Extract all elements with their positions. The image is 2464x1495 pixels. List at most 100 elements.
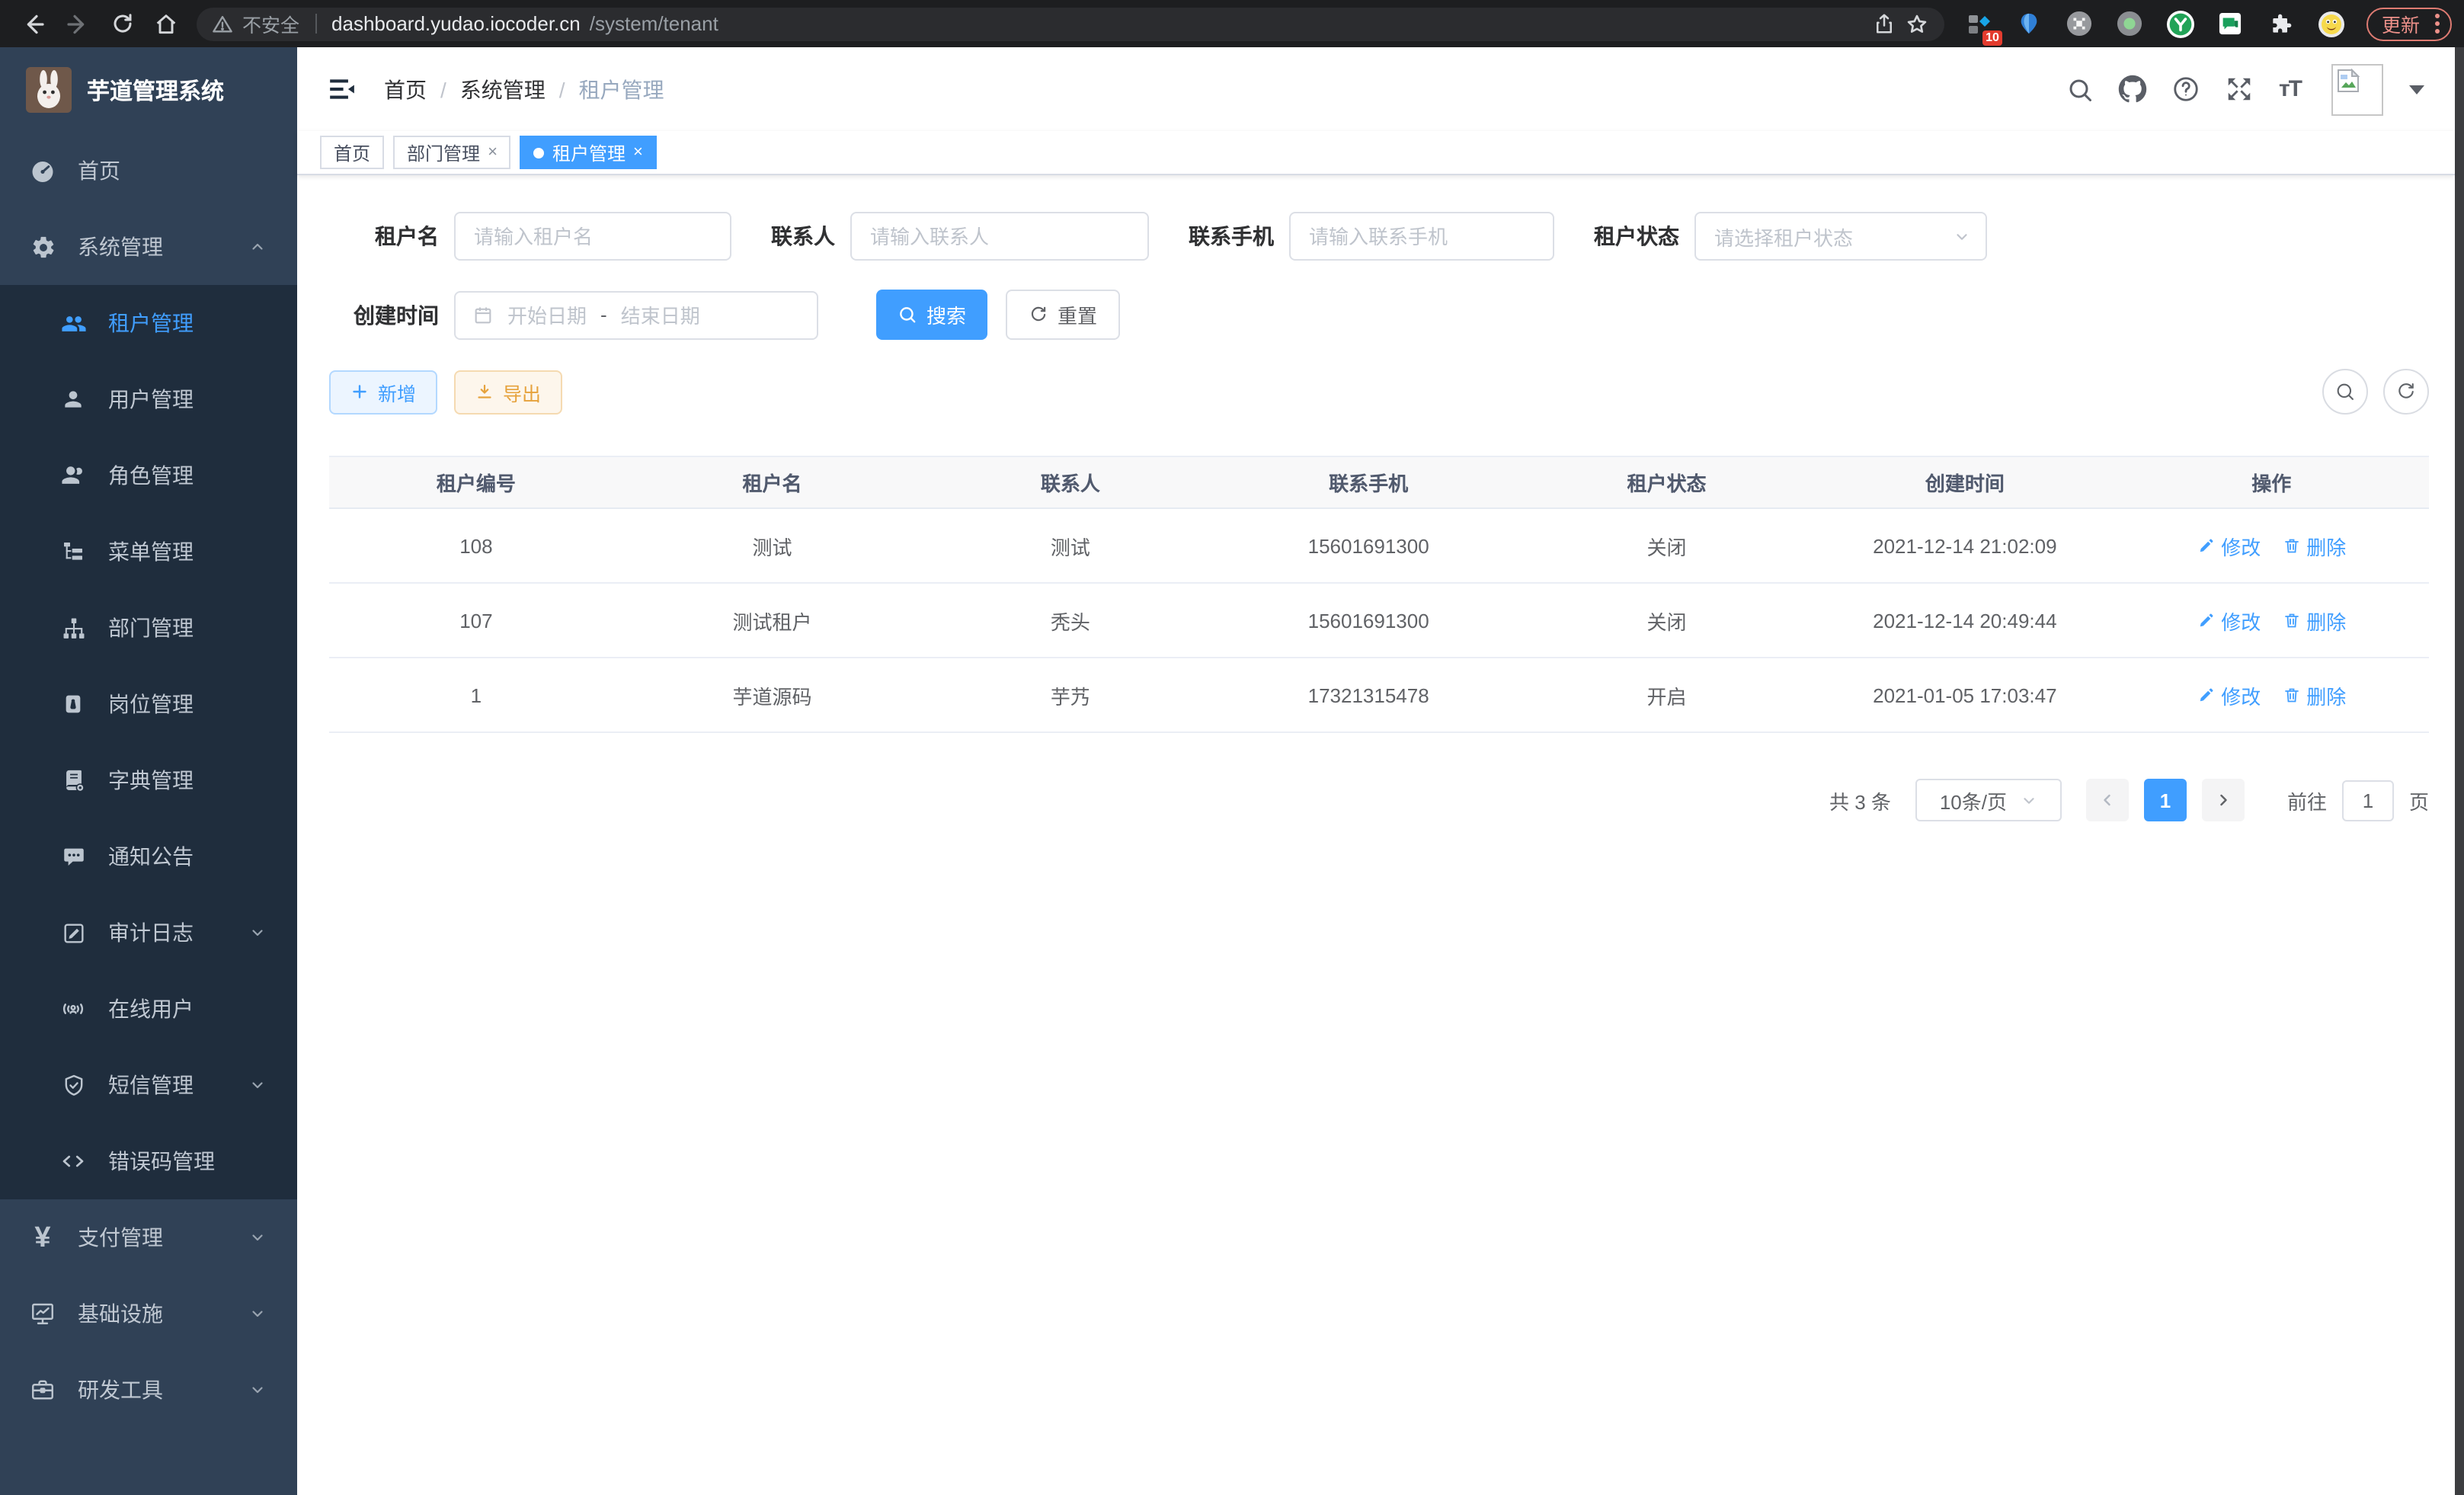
bookmark-star-icon[interactable]	[1905, 11, 1929, 36]
refresh-icon[interactable]	[2383, 369, 2429, 415]
sidebar-logo[interactable]: 芋道管理系统	[0, 47, 297, 133]
sidebar-item-online-users[interactable]: 在线用户	[0, 971, 297, 1047]
avatar[interactable]	[2331, 63, 2383, 115]
contact-input[interactable]	[850, 212, 1149, 261]
column-header: 操作	[2114, 468, 2429, 497]
status-label: 租户状态	[1594, 221, 1679, 251]
chevron-down-icon	[248, 1305, 267, 1323]
search-button-label: 搜索	[926, 300, 966, 329]
help-icon[interactable]	[2172, 75, 2201, 104]
date-separator: -	[600, 303, 607, 326]
github-icon[interactable]	[2119, 75, 2148, 104]
sidebar-item-menu[interactable]: 菜单管理	[0, 514, 297, 590]
tab-home[interactable]: 首页	[320, 136, 384, 169]
delete-link-label: 删除	[2306, 531, 2346, 560]
sidebar-item-label: 岗位管理	[108, 689, 194, 719]
add-button[interactable]: 新增	[329, 370, 437, 414]
edit-link[interactable]: 修改	[2197, 531, 2261, 560]
reload-icon[interactable]	[105, 7, 139, 40]
browser-menu-icon[interactable]	[2430, 14, 2444, 34]
page-size-select[interactable]: 10条/页	[1915, 779, 2062, 821]
sidebar-item-infra[interactable]: 基础设施	[0, 1276, 297, 1352]
sidebar-item-label: 字典管理	[108, 765, 194, 796]
cell-tenant-name: 测试	[623, 531, 921, 560]
y-logo-icon[interactable]	[2167, 10, 2194, 37]
filter-tenant-name: 租户名	[329, 212, 731, 261]
page-number-current[interactable]: 1	[2144, 779, 2187, 821]
notice-bubble-icon	[58, 844, 88, 869]
export-button[interactable]: 导出	[454, 370, 562, 414]
search-button[interactable]: 搜索	[876, 290, 987, 340]
sidebar-item-home[interactable]: 首页	[0, 133, 297, 209]
tab-label: 首页	[334, 139, 370, 165]
emoji-icon[interactable]	[2318, 10, 2345, 37]
mobile-input[interactable]	[1289, 212, 1554, 261]
command-icon[interactable]	[2066, 10, 2094, 37]
sidebar-item-user[interactable]: 用户管理	[0, 361, 297, 437]
mobile-label: 联系手机	[1189, 221, 1274, 251]
font-size-icon[interactable]: тT	[2279, 76, 2301, 102]
forward-icon[interactable]	[61, 7, 94, 40]
sidebar-item-dict[interactable]: 字典管理	[0, 742, 297, 818]
sidebar-item-dev-tools[interactable]: 研发工具	[0, 1352, 297, 1428]
tab-tenant[interactable]: 租户管理 ×	[520, 136, 657, 169]
fullscreen-icon[interactable]	[2226, 75, 2254, 104]
sidebar-item-notice[interactable]: 通知公告	[0, 818, 297, 895]
edit-link[interactable]: 修改	[2197, 606, 2261, 635]
table-row: 108 测试 测试 15601691300 关闭 2021-12-14 21:0…	[329, 509, 2429, 584]
breadcrumb-system[interactable]: 系统管理	[460, 74, 546, 104]
cell-contact: 芋艿	[921, 680, 1219, 709]
dict-book-icon	[58, 767, 88, 793]
browser-update-button[interactable]: 更新	[2366, 7, 2452, 40]
sidebar-item-tenant[interactable]: 租户管理	[0, 285, 297, 361]
sidebar-item-error-code[interactable]: 错误码管理	[0, 1123, 297, 1199]
puzzle-icon[interactable]	[2267, 10, 2295, 37]
back-icon[interactable]	[17, 7, 50, 40]
recorder-icon[interactable]	[2117, 10, 2144, 37]
close-icon[interactable]: ×	[488, 144, 498, 161]
date-range-picker[interactable]: 开始日期 - 结束日期	[454, 290, 818, 339]
delete-link[interactable]: 删除	[2282, 606, 2346, 635]
sidebar-item-label: 租户管理	[108, 308, 194, 338]
edit-link[interactable]: 修改	[2197, 680, 2261, 709]
show-search-icon[interactable]	[2322, 369, 2368, 415]
address-bar[interactable]: 不安全 dashboard.yudao.iocoder.cn/system/te…	[197, 7, 1944, 40]
filter-status: 租户状态 请选择租户状态	[1594, 212, 1987, 261]
next-page-icon[interactable]	[2202, 779, 2245, 821]
sidebar-item-system[interactable]: 系统管理	[0, 209, 297, 285]
chevron-down-icon	[248, 1381, 267, 1399]
delete-link[interactable]: 删除	[2282, 531, 2346, 560]
delete-link[interactable]: 删除	[2282, 680, 2346, 709]
cell-created: 2021-12-14 20:49:44	[1816, 609, 2114, 632]
search-icon[interactable]	[2067, 75, 2094, 103]
sidebar-item-label: 用户管理	[108, 384, 194, 415]
dropdown-caret-icon[interactable]	[2409, 85, 2424, 94]
sidebar-item-post[interactable]: 岗位管理	[0, 666, 297, 742]
cell-operations: 修改 删除	[2114, 531, 2429, 560]
topbar-actions: тT	[2067, 63, 2424, 115]
tenant-name-input[interactable]	[454, 212, 731, 261]
status-select[interactable]: 请选择租户状态	[1694, 212, 1987, 261]
sidebar-item-audit-log[interactable]: 审计日志	[0, 895, 297, 971]
tab-dept[interactable]: 部门管理 ×	[393, 136, 511, 169]
sidebar-collapse-icon[interactable]	[328, 75, 357, 104]
extensions-grid-icon[interactable]: 10	[1966, 10, 1993, 37]
reset-button[interactable]: 重置	[1006, 290, 1120, 340]
share-icon[interactable]	[1873, 12, 1896, 35]
goto-page-input[interactable]	[2342, 780, 2394, 821]
cell-status: 关闭	[1518, 606, 1816, 635]
page-size-value: 10条/页	[1940, 786, 2007, 815]
close-icon[interactable]: ×	[633, 144, 643, 161]
balloon-icon[interactable]	[2016, 10, 2043, 37]
prev-page-icon[interactable]	[2086, 779, 2129, 821]
sidebar-item-dept[interactable]: 部门管理	[0, 590, 297, 666]
breadcrumb-home[interactable]: 首页	[384, 74, 427, 104]
sidebar-item-pay[interactable]: ¥ 支付管理	[0, 1199, 297, 1276]
sidebar-item-role[interactable]: 角色管理	[0, 437, 297, 514]
table-row: 1 芋道源码 芋艿 17321315478 开启 2021-01-05 17:0…	[329, 658, 2429, 733]
home-icon[interactable]	[149, 7, 183, 40]
window-edge-scrollbar[interactable]	[2455, 47, 2464, 1495]
chat-icon[interactable]	[2217, 10, 2245, 37]
sidebar-item-sms[interactable]: 短信管理	[0, 1047, 297, 1123]
browser-chrome: 不安全 dashboard.yudao.iocoder.cn/system/te…	[0, 0, 2464, 47]
